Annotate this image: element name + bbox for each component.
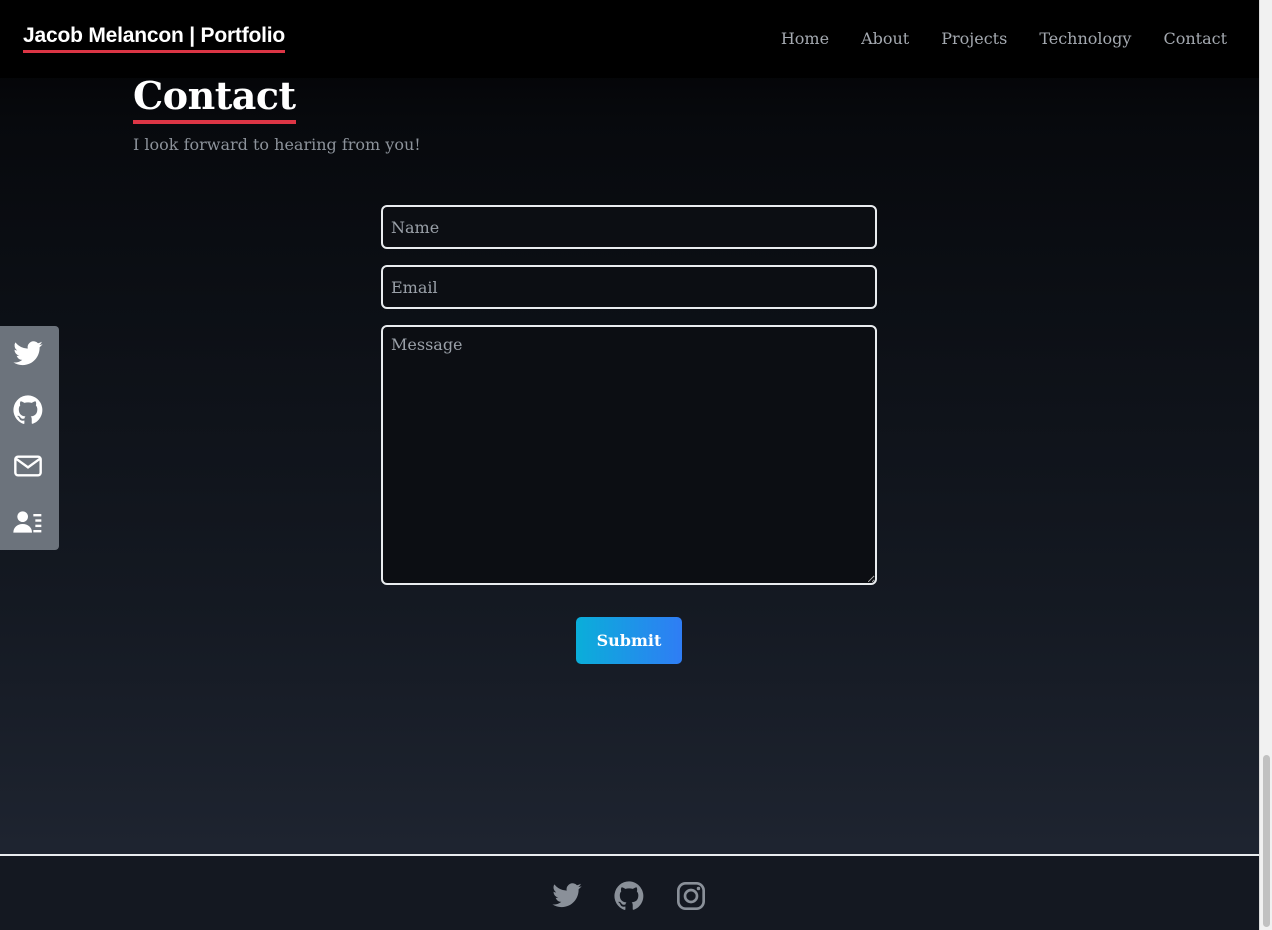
scrollbar-thumb[interactable] <box>1263 755 1270 927</box>
nav-link-contact[interactable]: Contact <box>1163 28 1227 50</box>
navbar: Jacob Melancon | Portfolio Home About Pr… <box>0 0 1259 78</box>
mail-icon[interactable] <box>12 450 44 482</box>
nav-link-about[interactable]: About <box>861 28 909 50</box>
page-scrollbar[interactable] <box>1259 0 1272 930</box>
footer-twitter-icon[interactable] <box>551 880 583 912</box>
resume-icon[interactable] <box>12 506 44 538</box>
page: Jacob Melancon | Portfolio Home About Pr… <box>0 0 1259 930</box>
page-title: Contact <box>133 74 296 124</box>
message-textarea[interactable] <box>381 325 877 585</box>
page-subtitle: I look forward to hearing from you! <box>133 135 421 154</box>
brand-logo[interactable]: Jacob Melancon | Portfolio <box>23 24 285 53</box>
nav-link-home[interactable]: Home <box>781 28 829 50</box>
email-input[interactable] <box>381 265 877 309</box>
footer-github-icon[interactable] <box>613 880 645 912</box>
submit-button[interactable]: Submit <box>576 617 682 664</box>
footer-instagram-icon[interactable] <box>675 880 707 912</box>
twitter-icon[interactable] <box>12 338 44 370</box>
nav-links: Home About Projects Technology Contact <box>781 28 1227 50</box>
github-icon[interactable] <box>12 394 44 426</box>
name-input[interactable] <box>381 205 877 249</box>
side-social-bar <box>0 326 59 550</box>
footer <box>0 854 1259 930</box>
nav-link-technology[interactable]: Technology <box>1039 28 1131 50</box>
nav-link-projects[interactable]: Projects <box>941 28 1007 50</box>
